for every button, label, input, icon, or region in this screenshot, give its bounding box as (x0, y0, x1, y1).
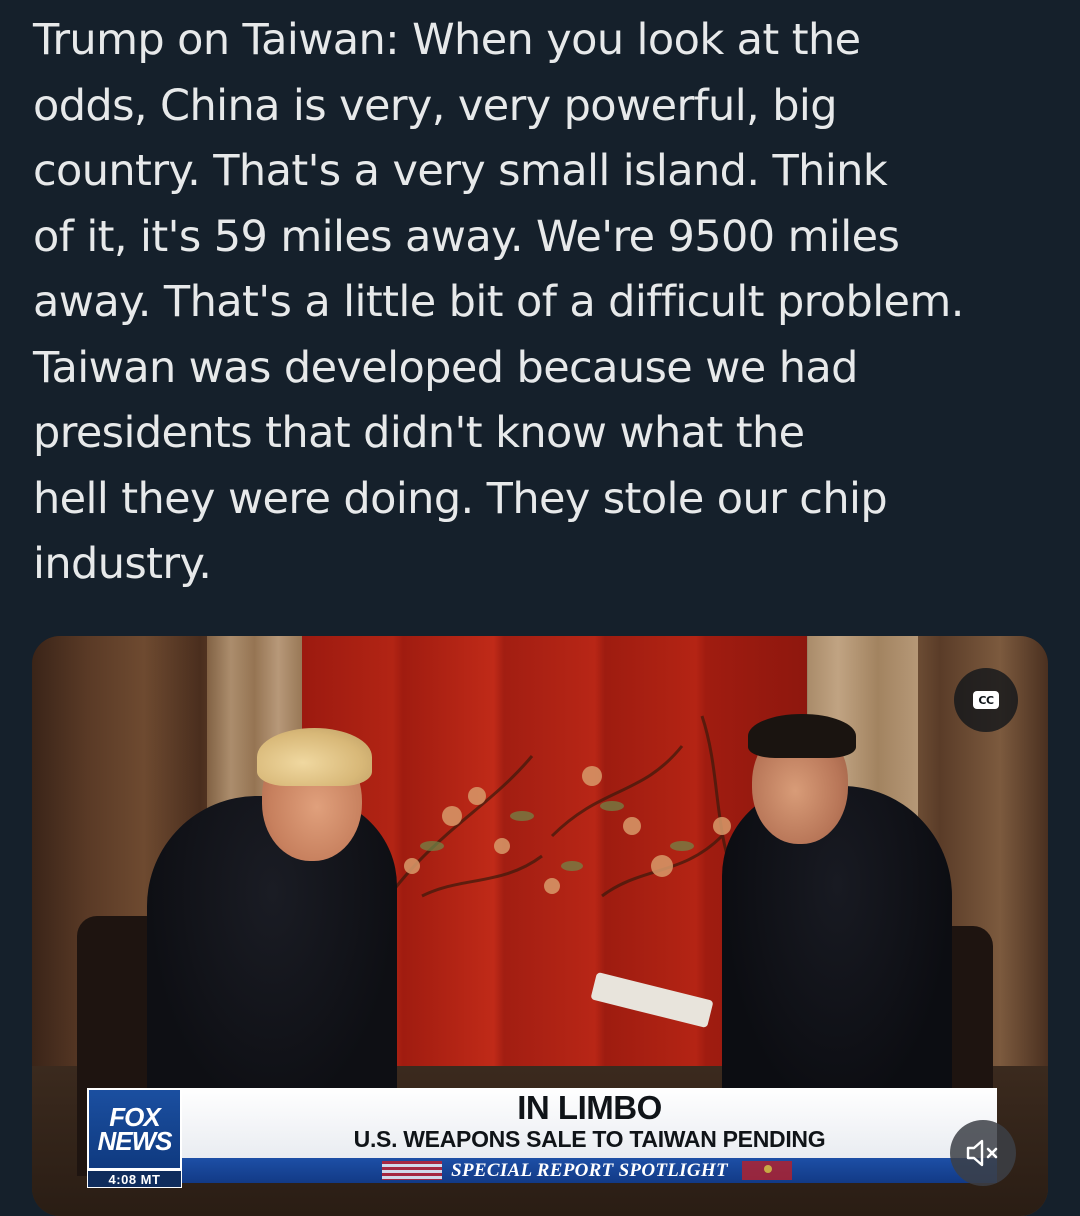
tweet-text: Trump on Taiwan: When you look at the od… (33, 8, 1063, 598)
headline-text: IN LIMBO (517, 1089, 662, 1126)
news-lower-third: FOX NEWS 4:08 MT IN LIMBO U.S. WEAPONS S… (87, 1088, 997, 1188)
headline-box: IN LIMBO U.S. WEAPONS SALE TO TAIWAN PEN… (182, 1088, 997, 1158)
subheadline-text: U.S. WEAPONS SALE TO TAIWAN PENDING (353, 1126, 826, 1152)
us-flag-graphic (382, 1161, 442, 1180)
closed-captions-button[interactable]: CC (954, 668, 1018, 732)
logo-news-text: NEWS (97, 1126, 173, 1156)
interviewer-hair (748, 714, 856, 758)
headline-banner: IN LIMBO U.S. WEAPONS SALE TO TAIWAN PEN… (182, 1088, 997, 1188)
fox-news-logo: FOX NEWS (87, 1088, 182, 1170)
interviewee-body (147, 796, 397, 1116)
tweet-text-line: odds, China is very, very powerful, big (33, 80, 838, 131)
tweet-text-line: Trump on Taiwan: When you look at the (33, 15, 861, 65)
video-player[interactable]: CC FOX NEWS 4:08 MT IN LIMBO U.S. WEAPON… (32, 636, 1048, 1216)
taiwan-flag-graphic (742, 1161, 792, 1180)
tweet-text-line: industry. (33, 539, 212, 589)
segment-bar: SPECIAL REPORT SPOTLIGHT (182, 1158, 997, 1183)
tweet-text-line: hell they were doing. They stole our chi… (33, 473, 888, 524)
tweet-text-line: country. That's a very small island. Thi… (33, 146, 888, 196)
speaker-muted-icon (966, 1139, 998, 1167)
tweet-text-line: Taiwan was developed because we had (33, 342, 858, 393)
interviewee-hair (257, 728, 372, 786)
tweet-text-line: of it, it's 59 miles away. We're 9500 mi… (33, 211, 900, 262)
tweet-text-line: presidents that didn't know what the (33, 408, 805, 458)
broadcast-time: 4:08 MT (87, 1170, 182, 1188)
mute-button[interactable] (950, 1120, 1016, 1186)
cc-icon: CC (973, 691, 999, 709)
interviewer-body (722, 786, 952, 1116)
tweet-text-line: away. That's a little bit of a difficult… (33, 277, 964, 327)
segment-title: SPECIAL REPORT SPOTLIGHT (451, 1160, 728, 1181)
